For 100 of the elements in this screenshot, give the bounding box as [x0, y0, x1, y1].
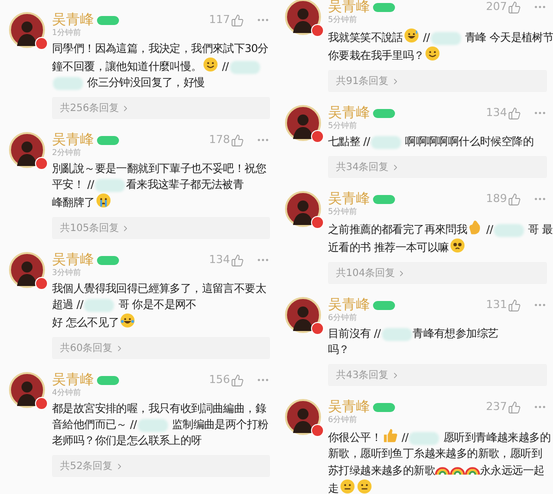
user-name[interactable]: 吴青峰: [52, 253, 94, 267]
comment-text: 鐘不回覆，讓他知道什麼叫慢。: [52, 60, 202, 73]
timestamp: 5分钟前: [328, 207, 358, 217]
smiley-icon: [202, 57, 218, 72]
user-name[interactable]: 吴青峰: [52, 373, 94, 387]
timestamp: 4分钟前: [52, 388, 82, 398]
like-icon[interactable]: [231, 14, 244, 26]
redaction-mark: [430, 32, 461, 45]
like-count: 189: [486, 190, 507, 207]
like-icon[interactable]: [231, 254, 244, 266]
verified-badge-icon: [35, 397, 48, 410]
replies-link[interactable]: 共91条回复: [328, 70, 547, 92]
avatar[interactable]: [285, 297, 321, 333]
verified-badge-icon: [35, 157, 48, 170]
timestamp: 5分钟前: [328, 15, 358, 25]
comment-text: 目前沒有 //: [328, 327, 381, 340]
comment-text: 苏打绿越来越多的新歌: [328, 464, 436, 477]
like-count: 134: [486, 104, 507, 121]
level-badge-icon: [373, 300, 395, 310]
thumbs-up-icon: [382, 428, 398, 443]
comment-text: 看来我这辈子都无法被青: [126, 178, 244, 191]
level-badge-icon: [373, 194, 395, 204]
like-icon[interactable]: [508, 106, 521, 120]
like-count: 156: [209, 372, 230, 388]
like-icon[interactable]: [508, 192, 521, 206]
avatar[interactable]: [9, 132, 45, 168]
comment-text: //: [485, 223, 493, 236]
like-count: 131: [486, 296, 507, 313]
like-count: 178: [209, 132, 230, 148]
avatar[interactable]: [285, 399, 321, 435]
avatar[interactable]: [9, 372, 45, 408]
grinning-face-icon: [404, 28, 419, 43]
level-badge-icon: [97, 256, 119, 264]
like-icon[interactable]: [508, 0, 521, 14]
timestamp: 5分钟前: [328, 121, 358, 131]
neutral-face-icon: [340, 479, 355, 494]
verified-badge-icon: [311, 322, 324, 335]
like-count: 237: [486, 398, 507, 415]
level-badge-icon: [97, 136, 119, 144]
replies-link[interactable]: 共256条回复: [52, 97, 270, 119]
redaction-mark: [230, 60, 260, 74]
avatar[interactable]: [285, 0, 321, 35]
redaction-mark: [382, 328, 412, 341]
timestamp: 3分钟前: [52, 268, 82, 278]
crying-face-icon: [96, 193, 111, 208]
comment-text: //: [400, 431, 408, 444]
level-badge-icon: [373, 108, 395, 118]
comment-text: 啊啊啊啊啊什么时候空降的: [404, 135, 534, 148]
comment-text: 都是故宮安排的喔，我只有收到詞曲編曲，錄: [52, 402, 266, 415]
comment-text: 吗？: [328, 343, 350, 356]
comment-text: 七點整 //: [328, 135, 370, 148]
avatar[interactable]: [285, 105, 321, 141]
replies-link[interactable]: 共105条回复: [52, 217, 270, 239]
comment-text: 愿听到青峰越来越多的: [442, 431, 550, 444]
user-name[interactable]: 吴青峰: [328, 400, 370, 414]
comment-text: 监制编曲是两个打粉: [170, 418, 268, 431]
redaction-mark: [409, 432, 440, 445]
like-icon[interactable]: [231, 374, 244, 386]
smiley-icon: [425, 46, 440, 61]
redaction-mark: [53, 76, 83, 90]
like-icon[interactable]: [231, 134, 244, 146]
level-badge-icon: [373, 402, 395, 412]
replies-link[interactable]: 共52条回复: [52, 455, 270, 477]
comment-text: 超過 //: [52, 298, 84, 311]
user-name[interactable]: 吴青峰: [328, 106, 370, 120]
like-count: 207: [486, 0, 507, 15]
verified-badge-icon: [311, 216, 324, 229]
comment-text: 之前推薦的都看完了再來問我: [328, 223, 468, 236]
comment-text: 我個人覺得我回得已經算多了，這留言不要太: [52, 282, 266, 295]
laughing-tears-icon: [120, 313, 136, 328]
comment-text: 你很公平！: [328, 431, 382, 444]
redaction-mark: [494, 224, 524, 237]
replies-link[interactable]: 共34条回复: [328, 156, 547, 178]
replies-link[interactable]: 共60条回复: [52, 337, 270, 359]
user-name[interactable]: 吴青峰: [328, 298, 370, 312]
redaction-mark: [370, 136, 401, 149]
avatar[interactable]: [9, 252, 45, 288]
like-icon[interactable]: [508, 400, 521, 414]
timestamp: 2分钟前: [52, 148, 82, 158]
timestamp: 6分钟前: [328, 415, 358, 425]
comment-text: 近看的书 推荐一本可以嘛: [328, 241, 449, 254]
timestamp: 6分钟前: [328, 313, 358, 323]
user-name[interactable]: 吴青峰: [328, 192, 370, 206]
comment-text: 新歌，愿听到鱼丁糸越来越多的新歌，愿听到: [328, 447, 542, 460]
like-icon[interactable]: [508, 298, 521, 312]
user-name[interactable]: 吴青峰: [52, 133, 94, 147]
level-badge-icon: [97, 16, 119, 24]
comment-text: 老师吗？你们是怎么联系上的呀: [52, 434, 202, 447]
like-count: 134: [209, 252, 230, 268]
verified-badge-icon: [311, 130, 324, 143]
user-name[interactable]: 吴青峰: [52, 13, 94, 27]
avatar[interactable]: [9, 12, 45, 48]
comment-text: 你要栽在我手里吗？: [328, 49, 424, 62]
replies-link[interactable]: 共104条回复: [328, 262, 547, 284]
replies-link[interactable]: 共43条回复: [328, 364, 547, 386]
comment-text: 你三分钟没回复了，好慢: [86, 76, 205, 89]
redaction-mark: [94, 178, 125, 192]
level-badge-icon: [97, 376, 119, 384]
like-count: 117: [209, 12, 230, 28]
avatar[interactable]: [285, 191, 321, 227]
